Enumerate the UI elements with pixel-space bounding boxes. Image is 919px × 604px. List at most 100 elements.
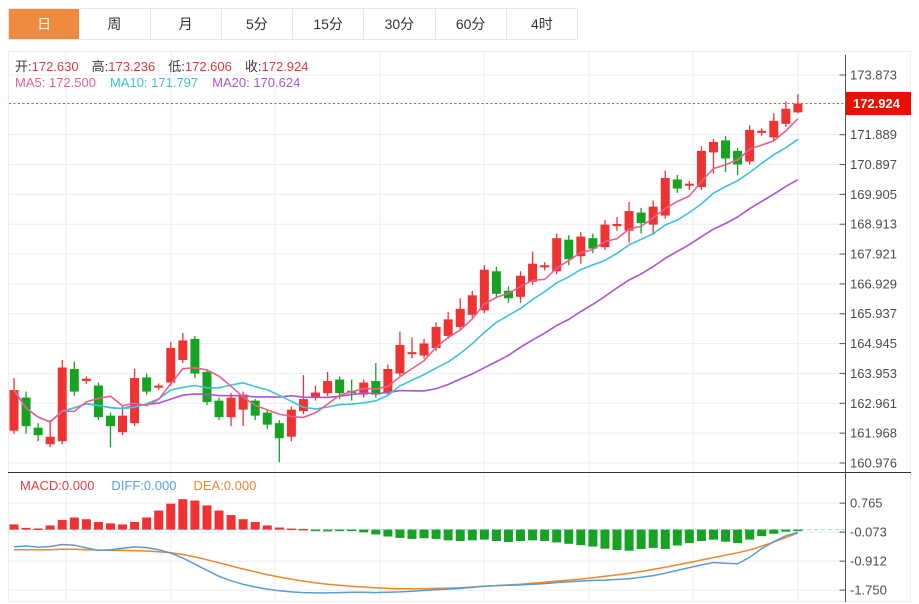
macd-bar	[154, 510, 164, 530]
macd-bar	[166, 503, 176, 530]
macd-bar	[503, 529, 513, 543]
tab-30min[interactable]: 30分	[364, 9, 436, 39]
candle-body	[708, 141, 718, 153]
high-label: 高:	[91, 59, 109, 74]
candle-body	[395, 344, 405, 374]
candle-body	[745, 129, 755, 162]
macd-bar	[781, 529, 791, 532]
macd-bar	[274, 527, 284, 530]
candle-body	[684, 183, 694, 186]
macd-bar	[455, 529, 465, 542]
candle-body	[45, 436, 55, 445]
candle-body	[793, 103, 803, 113]
axis-labels: 173.873 171.889 170.897 169.905 168.913 167.9…	[850, 68, 897, 598]
candle-body	[335, 379, 345, 394]
candle-body	[142, 377, 152, 392]
macd-bar	[757, 529, 767, 537]
tab-15min[interactable]: 15分	[293, 9, 365, 39]
macd-bar	[81, 519, 91, 530]
macd-bar	[576, 529, 586, 546]
gridlines	[9, 52, 845, 601]
candle-body	[105, 415, 115, 427]
macd-bar	[528, 529, 538, 541]
macd-bar	[431, 529, 441, 539]
macd-bar	[479, 529, 489, 540]
tab-day[interactable]: 日	[9, 9, 80, 39]
candle-body	[467, 295, 477, 315]
macd-bar	[57, 519, 67, 530]
macd-bar	[648, 529, 658, 548]
candle-body	[286, 409, 296, 437]
macd-bar	[347, 529, 357, 532]
tab-4hour[interactable]: 4时	[507, 9, 577, 39]
axis-tick-label: 166.929	[850, 276, 897, 291]
candle-body	[214, 400, 224, 418]
candle-body	[154, 385, 164, 388]
candle-body	[419, 343, 429, 356]
ma10-value: MA10: 171.797	[109, 75, 199, 90]
axis-tick-label: 165.937	[850, 306, 897, 321]
macd-bar	[491, 529, 501, 542]
candle-body	[781, 108, 791, 124]
macd-bar	[9, 524, 19, 530]
axis-tick-label: 171.889	[850, 127, 897, 142]
tab-5min[interactable]: 5分	[222, 9, 293, 39]
chart-canvas[interactable]: 173.873 171.889 170.897 169.905 168.913 167.9…	[0, 0, 919, 604]
candle-body	[455, 308, 465, 327]
macd-bar	[130, 521, 140, 530]
macd-bar	[696, 529, 706, 542]
macd-bar	[178, 499, 188, 530]
tab-month[interactable]: 月	[151, 9, 222, 39]
axis-tick-label: 0.765	[850, 496, 883, 511]
macd-readout: MACD:0.000 DIFF:0.000 DEA:0.000	[20, 478, 256, 493]
macd-bar	[624, 529, 634, 551]
candle-body	[721, 140, 731, 159]
macd-bar	[202, 505, 212, 530]
macd-bar	[262, 525, 272, 530]
macd-bar	[105, 523, 115, 530]
diff-value: DIFF:0.000	[111, 478, 177, 493]
macd-bar	[298, 528, 308, 531]
macd-bar	[407, 529, 417, 539]
ma-readout: MA5: 172.500 MA10: 171.797 MA20: 170.624	[15, 75, 300, 90]
macd-bar	[335, 529, 345, 532]
candle-body	[69, 369, 79, 392]
tab-60min[interactable]: 60分	[436, 9, 507, 39]
axis-tick-label: 164.945	[850, 336, 897, 351]
candle-body	[262, 412, 272, 425]
macd-bar	[793, 529, 803, 532]
macd-histogram	[9, 499, 803, 551]
candle-body	[93, 385, 103, 418]
candle-body	[274, 423, 284, 439]
high-value: 173.236	[108, 59, 156, 74]
macd-bar	[467, 529, 477, 541]
candle-body	[672, 179, 682, 189]
macd-bar	[226, 515, 236, 530]
axis-tick-label: 163.953	[850, 366, 897, 381]
axis-tick-label: -0.912	[850, 554, 887, 569]
tab-week[interactable]: 周	[79, 9, 151, 39]
candle-body	[636, 212, 646, 224]
macd-bar	[395, 529, 405, 538]
macd-bar	[564, 529, 574, 544]
axis-tick-label: 162.961	[850, 396, 897, 411]
macd-bar	[733, 529, 743, 544]
candle-body	[166, 347, 176, 383]
low-value: 172.606	[184, 59, 232, 74]
candle-body	[540, 265, 550, 268]
macd-bar	[323, 529, 333, 532]
macd-bar	[383, 529, 393, 537]
candle-body	[612, 224, 622, 227]
macd-bar	[371, 529, 381, 535]
macd-bar	[69, 517, 79, 530]
axis-tick-label: 170.897	[850, 157, 897, 172]
axis-tick-label: 169.905	[850, 187, 897, 202]
candle-body	[57, 367, 67, 442]
candle-body	[528, 263, 538, 282]
candle-body	[21, 397, 31, 427]
candle-body	[178, 340, 188, 360]
macd-bar	[311, 529, 320, 532]
macd-bar	[672, 529, 682, 546]
macd-bar	[250, 521, 260, 530]
macd-bar	[142, 517, 152, 530]
